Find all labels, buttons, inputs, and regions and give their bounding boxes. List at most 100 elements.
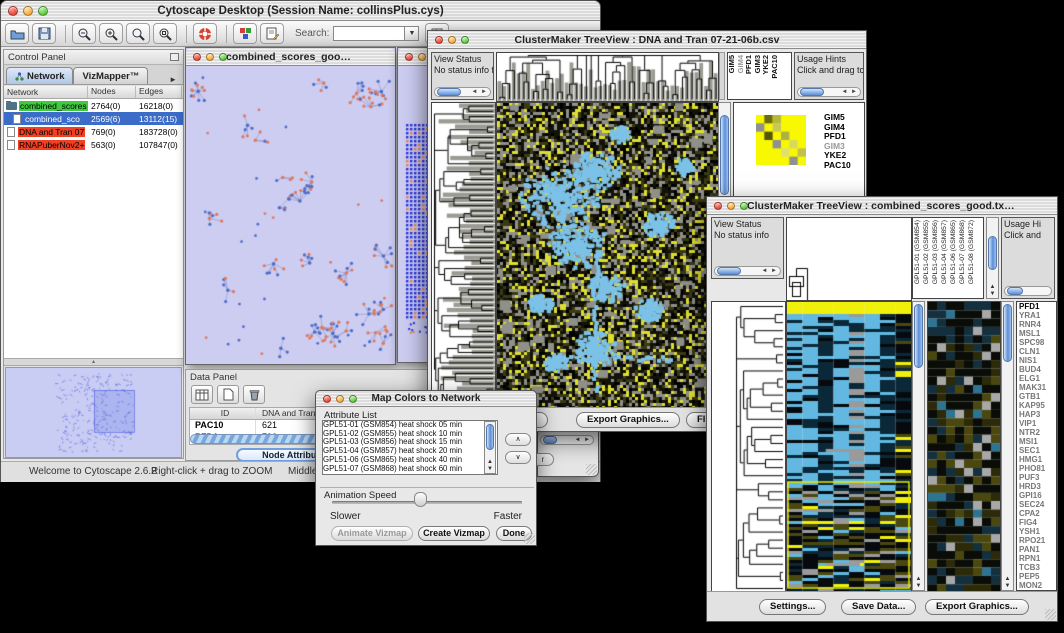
speed-slider-track[interactable] bbox=[332, 501, 522, 504]
gene-label[interactable]: HRD3 bbox=[1017, 482, 1056, 491]
settings-button[interactable]: Settings... bbox=[759, 599, 826, 615]
treeview2-titlebar[interactable]: ClusterMaker TreeView : combined_scores_… bbox=[707, 197, 1057, 215]
gene-label[interactable]: BUD4 bbox=[1017, 365, 1056, 374]
zoom-heatmap-canvas[interactable] bbox=[927, 301, 1001, 593]
column-dendrogram[interactable] bbox=[496, 52, 719, 102]
delete-attribute-icon[interactable] bbox=[243, 385, 265, 404]
gene-label[interactable]: FIG4 bbox=[1017, 518, 1056, 527]
attribute-list[interactable]: GPL51-01 (GSM854) heat shock 05 minGPL51… bbox=[322, 420, 498, 475]
gene-label[interactable]: VIP1 bbox=[1017, 419, 1056, 428]
zoom-button[interactable] bbox=[740, 202, 748, 210]
gene-label[interactable]: MSL1 bbox=[1017, 329, 1056, 338]
gene-label[interactable]: HAP3 bbox=[1017, 410, 1056, 419]
dialog-titlebar[interactable]: Map Colors to Network bbox=[316, 391, 536, 407]
gene-label[interactable]: SEC24 bbox=[1017, 500, 1056, 509]
panel-splitter[interactable]: ▴ bbox=[4, 358, 183, 366]
gene-label[interactable]: ELG1 bbox=[1017, 374, 1056, 383]
row-dendrogram[interactable] bbox=[431, 102, 496, 408]
speed-slider-thumb[interactable] bbox=[414, 492, 427, 507]
gene-label[interactable]: RPN1 bbox=[1017, 554, 1056, 563]
attribute-list-scrollbar[interactable]: ▲▼ bbox=[484, 421, 496, 474]
gene-label[interactable]: GTB1 bbox=[1017, 392, 1056, 401]
close-button[interactable] bbox=[193, 53, 201, 61]
network-view-titlebar[interactable]: combined_scores_good.txt--cluste... bbox=[186, 48, 395, 66]
gene-label[interactable]: MAK31 bbox=[1017, 383, 1056, 392]
help-ring-icon[interactable] bbox=[193, 23, 217, 44]
gene-label[interactable]: PEP5 bbox=[1017, 572, 1056, 581]
move-down-button[interactable]: ∨ bbox=[505, 451, 531, 464]
minimize-button[interactable] bbox=[206, 53, 214, 61]
treeview1-titlebar[interactable]: ClusterMaker TreeView : DNA and Tran 07-… bbox=[428, 31, 866, 49]
usage-hints-scrollbar[interactable] bbox=[1004, 286, 1052, 296]
minimize-button[interactable] bbox=[418, 53, 426, 61]
gene-label[interactable]: PAN1 bbox=[1017, 545, 1056, 554]
animate-vizmap-button[interactable]: Animate Vizmap bbox=[331, 526, 413, 541]
gene-label[interactable]: MSI1 bbox=[1017, 437, 1056, 446]
correlation-matrix[interactable] bbox=[756, 115, 806, 165]
zoom-button[interactable] bbox=[349, 395, 357, 403]
minimize-button[interactable] bbox=[336, 395, 344, 403]
search-dropdown[interactable]: ▼ bbox=[405, 26, 419, 41]
row-dendrogram[interactable] bbox=[711, 301, 786, 593]
gene-label[interactable]: MON2 bbox=[1017, 581, 1056, 590]
tab-network[interactable]: Network bbox=[6, 67, 73, 84]
save-data-button[interactable]: Save Data... bbox=[841, 599, 916, 615]
table-mode-icon[interactable] bbox=[191, 385, 213, 404]
gene-label[interactable]: CLN1 bbox=[1017, 347, 1056, 356]
gene-label[interactable]: GPI16 bbox=[1017, 491, 1056, 500]
save-icon[interactable] bbox=[32, 23, 56, 44]
gene-label[interactable]: PAC10 bbox=[822, 161, 851, 171]
gene-label[interactable]: RNR4 bbox=[1017, 320, 1056, 329]
vizmapper-icon[interactable] bbox=[233, 23, 257, 44]
export-graphics-button[interactable]: Export Graphics... bbox=[576, 412, 680, 428]
move-up-button[interactable]: ∧ bbox=[505, 433, 531, 446]
zoom-in-icon[interactable] bbox=[99, 23, 123, 44]
resize-grip[interactable] bbox=[586, 464, 597, 475]
zoom-button[interactable] bbox=[38, 6, 48, 16]
zoom-fit-icon[interactable] bbox=[153, 23, 177, 44]
gene-label[interactable]: TCB3 bbox=[1017, 563, 1056, 572]
gene-label[interactable]: HMG1 bbox=[1017, 455, 1056, 464]
tab-overflow-arrow[interactable]: ► bbox=[165, 75, 181, 84]
gene-label[interactable]: SEC1 bbox=[1017, 446, 1056, 455]
fragment-scrollbar[interactable]: ◄ ► bbox=[540, 435, 594, 445]
close-button[interactable] bbox=[405, 53, 413, 61]
heatmap-canvas[interactable] bbox=[496, 102, 719, 408]
open-folder-icon[interactable] bbox=[5, 23, 29, 44]
close-button[interactable] bbox=[323, 395, 331, 403]
gene-label[interactable]: RPO21 bbox=[1017, 536, 1056, 545]
zoom-button[interactable] bbox=[461, 36, 469, 44]
gene-label[interactable]: NTR2 bbox=[1017, 428, 1056, 437]
view-status-scrollbar[interactable]: ◄ ► bbox=[714, 266, 781, 276]
network-canvas[interactable] bbox=[186, 66, 395, 364]
search-input[interactable] bbox=[333, 26, 405, 41]
resize-grip[interactable] bbox=[1045, 609, 1056, 620]
gene-label[interactable]: SPC98 bbox=[1017, 338, 1056, 347]
gene-label[interactable]: KAP95 bbox=[1017, 401, 1056, 410]
zoom-vscrollbar[interactable]: ▲▼ bbox=[1001, 301, 1014, 591]
annotation-icon[interactable] bbox=[260, 23, 284, 44]
tab-vizmapper[interactable]: VizMapper™ bbox=[73, 67, 148, 84]
close-button[interactable] bbox=[714, 202, 722, 210]
close-button[interactable] bbox=[8, 6, 18, 16]
zoom-selected-icon[interactable] bbox=[126, 23, 150, 44]
zoom-button[interactable] bbox=[219, 53, 227, 61]
network-overview[interactable] bbox=[5, 367, 182, 458]
close-button[interactable] bbox=[435, 36, 443, 44]
float-panel-icon[interactable] bbox=[170, 53, 179, 61]
attribute-list-item[interactable]: GPL51-07 (GSM868) heat shock 60 min bbox=[323, 465, 497, 474]
minimize-button[interactable] bbox=[448, 36, 456, 44]
resize-grip[interactable] bbox=[524, 533, 535, 544]
main-titlebar[interactable]: Cytoscape Desktop (Session Name: collins… bbox=[1, 1, 600, 21]
labels-vscrollbar[interactable]: ▲▼ bbox=[986, 217, 999, 299]
view-status-scrollbar[interactable]: ◄ ► bbox=[434, 87, 491, 97]
export-graphics-button[interactable]: Export Graphics... bbox=[925, 599, 1029, 615]
pane-divider[interactable] bbox=[719, 52, 725, 100]
heatmap-vscrollbar[interactable]: ▲▼ bbox=[912, 301, 925, 591]
create-vizmap-button[interactable]: Create Vizmap bbox=[418, 526, 490, 541]
network-table-row[interactable]: combined_scores2764(0)16218(0) bbox=[4, 99, 183, 112]
network-table-row[interactable]: DNA and Tran 07769(0)183728(0) bbox=[4, 125, 183, 138]
gene-label[interactable]: YRA1 bbox=[1017, 311, 1056, 320]
minimize-button[interactable] bbox=[727, 202, 735, 210]
minimize-button[interactable] bbox=[23, 6, 33, 16]
